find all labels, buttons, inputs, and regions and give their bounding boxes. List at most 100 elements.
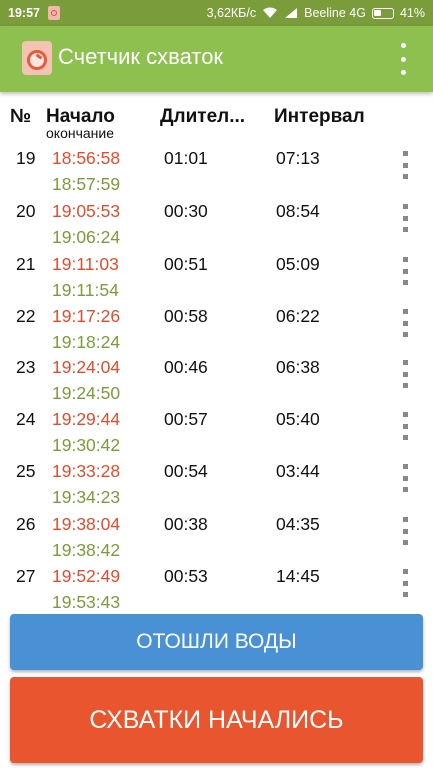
header-number: № — [10, 106, 32, 127]
row-menu-dot-icon — [402, 257, 408, 262]
carrier-name: Beeline 4G — [304, 6, 366, 20]
table-row: 21 19:11:03 19:11:54 00:51 05:09 — [0, 254, 433, 307]
header-end: окончание — [46, 125, 115, 141]
row-start-time: 19:29:44 — [52, 409, 121, 429]
row-menu-dot-icon — [402, 320, 408, 326]
row-menu-dot-icon — [402, 435, 408, 440]
row-end-time: 19:06:24 — [52, 227, 121, 247]
row-number: 19 — [16, 148, 36, 168]
row-end-time: 19:53:43 — [52, 592, 121, 612]
row-interval: 06:22 — [276, 306, 320, 326]
row-end-time: 19:18:24 — [52, 332, 121, 352]
row-menu-button[interactable] — [401, 151, 409, 179]
row-menu-dot-icon — [402, 464, 408, 469]
row-menu-button[interactable] — [401, 569, 409, 597]
table-row: 20 19:05:53 19:06:24 00:30 08:54 — [0, 201, 433, 254]
row-menu-dot-icon — [402, 475, 408, 481]
row-menu-button[interactable] — [401, 257, 409, 285]
row-duration: 00:53 — [164, 566, 208, 586]
row-menu-dot-icon — [402, 309, 408, 314]
row-number: 20 — [16, 201, 36, 221]
overflow-dot-icon — [400, 43, 406, 48]
row-duration: 00:51 — [164, 254, 208, 274]
network-speed: 3,62КБ/с — [206, 6, 257, 20]
row-interval: 14:45 — [276, 566, 320, 586]
row-duration: 00:54 — [164, 461, 208, 481]
row-start-time: 19:05:53 — [52, 201, 121, 221]
row-start-time: 19:38:04 — [52, 514, 121, 534]
row-interval: 03:44 — [276, 461, 320, 481]
wifi-icon — [263, 7, 278, 18]
table-row: 23 19:24:04 19:24:50 00:46 06:38 — [0, 357, 433, 410]
row-menu-dot-icon — [402, 204, 408, 209]
row-duration: 01:01 — [164, 148, 208, 168]
table-row: 22 19:17:26 19:18:24 00:58 06:22 — [0, 306, 433, 359]
battery-level: 41% — [399, 6, 425, 20]
row-duration: 00:57 — [164, 409, 208, 429]
row-menu-button[interactable] — [401, 309, 409, 337]
row-menu-dot-icon — [402, 174, 408, 179]
row-interval: 08:54 — [276, 201, 320, 221]
row-menu-dot-icon — [402, 360, 408, 365]
row-menu-button[interactable] — [401, 204, 409, 232]
row-interval: 05:09 — [276, 254, 320, 274]
row-interval: 05:40 — [276, 409, 320, 429]
status-time: 19:57 — [8, 6, 40, 20]
row-number: 23 — [16, 357, 36, 377]
row-menu-dot-icon — [402, 487, 408, 492]
app-title: Счетчик схваток — [58, 44, 224, 69]
table-row: 27 19:52:49 19:53:43 00:53 14:45 — [0, 566, 433, 619]
row-duration: 00:58 — [164, 306, 208, 326]
row-menu-button[interactable] — [401, 517, 409, 545]
row-menu-dot-icon — [402, 371, 408, 377]
water-broke-button[interactable]: ОТОШЛИ ВОДЫ — [10, 614, 423, 670]
row-menu-dot-icon — [402, 268, 408, 274]
row-number: 22 — [16, 306, 36, 326]
row-end-time: 18:57:59 — [52, 174, 121, 194]
app-notification-icon — [47, 6, 60, 20]
row-number: 21 — [16, 254, 36, 274]
app-toolbar: Счетчик схваток — [0, 26, 433, 92]
table-row: 25 19:33:28 19:34:23 00:54 03:44 — [0, 461, 433, 514]
contractions-started-button[interactable]: СХВАТКИ НАЧАЛИСЬ — [10, 677, 423, 763]
row-start-time: 18:56:58 — [52, 148, 121, 168]
row-number: 27 — [16, 566, 36, 586]
table-row: 26 19:38:04 19:38:42 00:38 04:35 — [0, 514, 433, 567]
row-menu-dot-icon — [402, 569, 408, 574]
row-duration: 00:38 — [164, 514, 208, 534]
signal-icon — [285, 8, 298, 18]
row-menu-dot-icon — [402, 580, 408, 586]
row-menu-dot-icon — [402, 227, 408, 232]
row-start-time: 19:11:03 — [52, 254, 119, 274]
row-menu-dot-icon — [402, 412, 408, 417]
row-number: 26 — [16, 514, 36, 534]
row-interval: 04:35 — [276, 514, 320, 534]
row-menu-dot-icon — [402, 383, 408, 388]
stopwatch-app-icon — [22, 41, 52, 75]
row-menu-button[interactable] — [401, 360, 409, 388]
table-row: 24 19:29:44 19:30:42 00:57 05:40 — [0, 409, 433, 462]
row-duration: 00:30 — [164, 201, 208, 221]
row-end-time: 19:34:23 — [52, 487, 121, 507]
row-interval: 06:38 — [276, 357, 320, 377]
table-row: 19 18:56:58 18:57:59 01:01 07:13 — [0, 148, 433, 201]
row-end-time: 19:11:54 — [52, 280, 119, 300]
row-start-time: 19:24:04 — [52, 357, 121, 377]
row-start-time: 19:17:26 — [52, 306, 121, 326]
row-menu-dot-icon — [402, 280, 408, 285]
overflow-dot-icon — [400, 56, 406, 62]
status-bar: 19:57 3,62КБ/с Beeline 4G 41% — [0, 0, 433, 26]
header-interval: Интервал — [274, 106, 365, 127]
row-menu-button[interactable] — [401, 412, 409, 440]
header-duration: Длител... — [160, 106, 246, 127]
row-number: 24 — [16, 409, 36, 429]
battery-icon — [371, 7, 394, 19]
overflow-menu-button[interactable] — [393, 43, 413, 75]
row-menu-button[interactable] — [401, 464, 409, 492]
row-end-time: 19:30:42 — [52, 435, 121, 455]
row-start-time: 19:52:49 — [52, 566, 121, 586]
row-end-time: 19:38:42 — [52, 540, 121, 560]
row-menu-dot-icon — [402, 423, 408, 429]
row-menu-dot-icon — [402, 517, 408, 522]
row-end-time: 19:24:50 — [52, 383, 121, 403]
